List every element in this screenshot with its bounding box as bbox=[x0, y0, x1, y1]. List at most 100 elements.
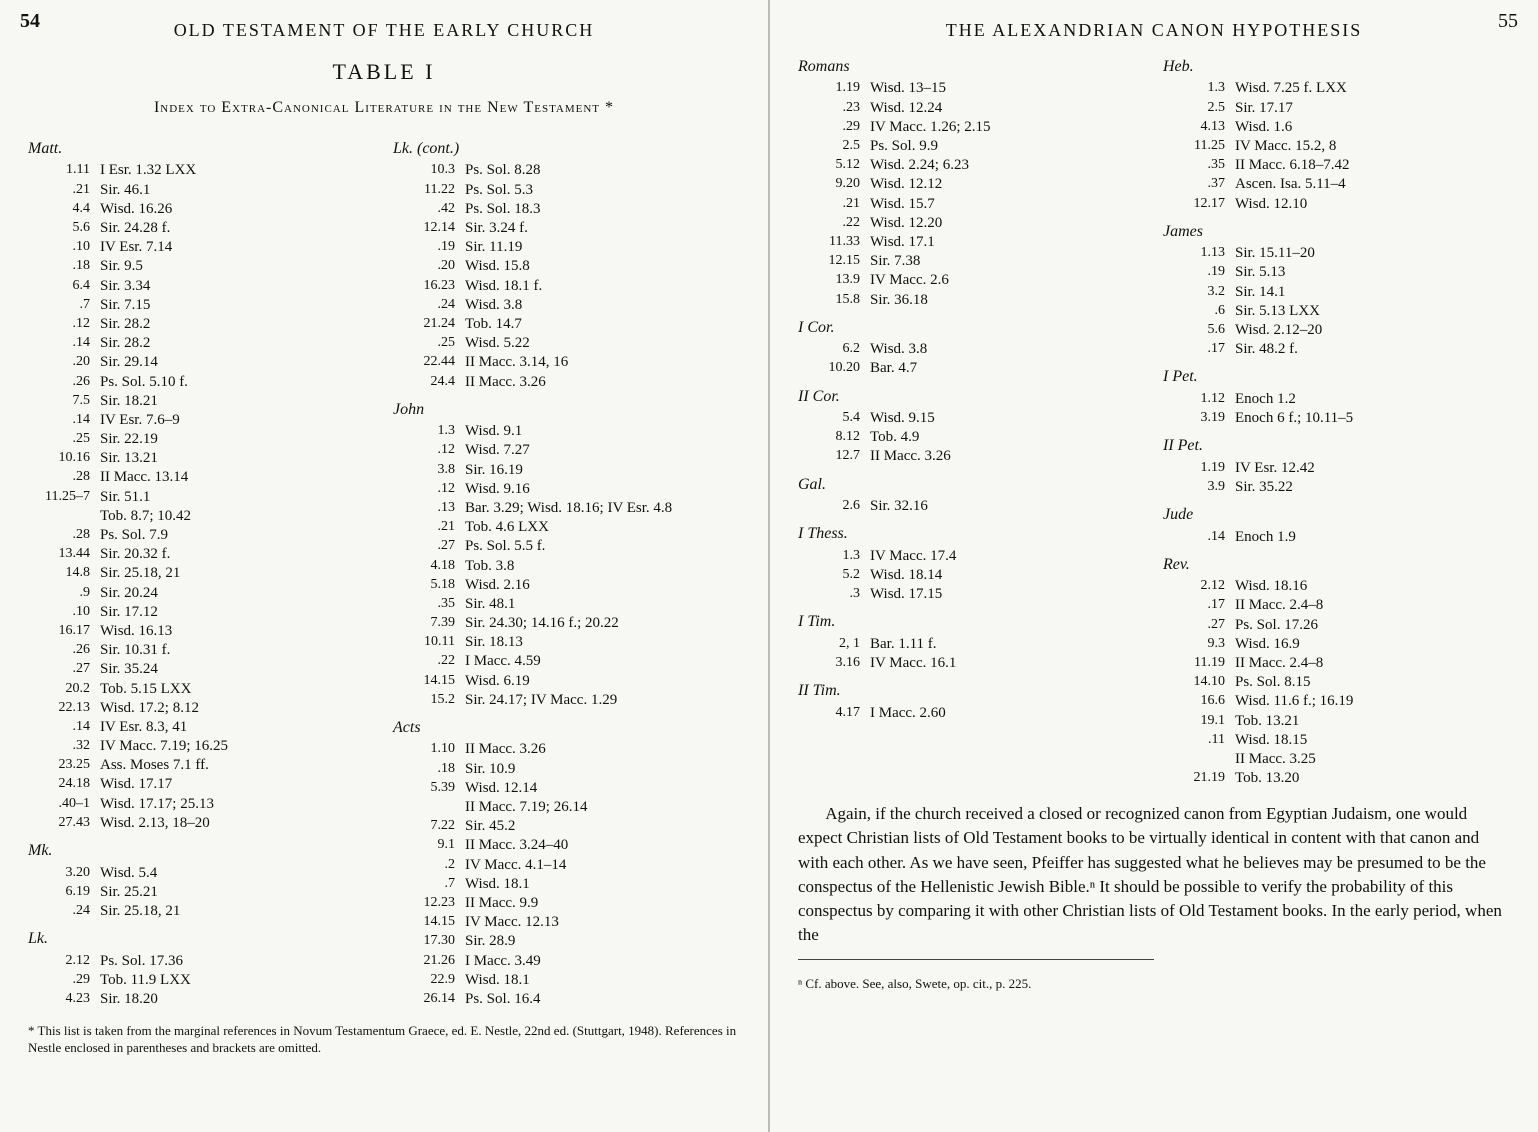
verse-ref: 21.26 bbox=[393, 952, 465, 971]
index-entry: 10.20Bar. 4.7 bbox=[798, 359, 1145, 378]
citation: II Macc. 6.18–7.42 bbox=[1235, 156, 1510, 175]
left-column-2: Lk. (cont.)10.3Ps. Sol. 8.2811.22Ps. Sol… bbox=[393, 131, 740, 1009]
index-entry: 9.1II Macc. 3.24–40 bbox=[393, 836, 740, 855]
index-entry: .29IV Macc. 1.26; 2.15 bbox=[798, 118, 1145, 137]
citation: II Macc. 3.25 bbox=[1235, 750, 1510, 769]
citation: Wisd. 18.14 bbox=[870, 566, 1145, 585]
verse-ref: 16.17 bbox=[28, 622, 100, 641]
verse-ref: .35 bbox=[393, 595, 465, 614]
index-entry: .23Wisd. 12.24 bbox=[798, 99, 1145, 118]
index-entry: 4.17I Macc. 2.60 bbox=[798, 704, 1145, 723]
citation: Wisd. 2.13, 18–20 bbox=[100, 814, 375, 833]
index-entry: 2.6Sir. 32.16 bbox=[798, 497, 1145, 516]
index-entry: 10.11Sir. 18.13 bbox=[393, 633, 740, 652]
running-head-left: OLD TESTAMENT OF THE EARLY CHURCH bbox=[28, 20, 740, 41]
verse-ref: .18 bbox=[393, 760, 465, 779]
table-title: TABLE I bbox=[28, 59, 740, 85]
index-entry: .7Wisd. 18.1 bbox=[393, 875, 740, 894]
index-entry: 24.18Wisd. 17.17 bbox=[28, 775, 375, 794]
verse-ref: .7 bbox=[393, 875, 465, 894]
verse-ref: 9.1 bbox=[393, 836, 465, 855]
citation: Sir. 5.13 bbox=[1235, 263, 1510, 282]
index-entry: .28Ps. Sol. 7.9 bbox=[28, 526, 375, 545]
citation: Ass. Moses 7.1 ff. bbox=[100, 756, 375, 775]
verse-ref: .20 bbox=[393, 257, 465, 276]
book-heading: II Tim. bbox=[798, 681, 1145, 701]
body-paragraph: Again, if the church received a closed o… bbox=[798, 802, 1510, 947]
citation: Sir. 10.31 f. bbox=[100, 641, 375, 660]
index-entry: .22Wisd. 12.20 bbox=[798, 214, 1145, 233]
index-entry: 1.12Enoch 1.2 bbox=[1163, 390, 1510, 409]
index-entry: 15.2Sir. 24.17; IV Macc. 1.29 bbox=[393, 691, 740, 710]
index-entry: 15.8Sir. 36.18 bbox=[798, 291, 1145, 310]
index-entry: 22.13Wisd. 17.2; 8.12 bbox=[28, 699, 375, 718]
citation: Sir. 24.28 f. bbox=[100, 219, 375, 238]
verse-ref: .14 bbox=[28, 334, 100, 353]
index-entry: 12.7II Macc. 3.26 bbox=[798, 447, 1145, 466]
citation: Enoch 6 f.; 10.11–5 bbox=[1235, 409, 1510, 428]
index-entry: .14IV Esr. 8.3, 41 bbox=[28, 718, 375, 737]
index-entry: 24.4II Macc. 3.26 bbox=[393, 373, 740, 392]
verse-ref: 2.5 bbox=[1163, 99, 1235, 118]
index-entry: .9Sir. 20.24 bbox=[28, 584, 375, 603]
verse-ref: .26 bbox=[28, 641, 100, 660]
verse-ref: 4.13 bbox=[1163, 118, 1235, 137]
footnote-right: ⁿ Cf. above. See, also, Swete, op. cit.,… bbox=[798, 976, 1510, 992]
verse-ref: .27 bbox=[393, 537, 465, 556]
verse-ref: 12.14 bbox=[393, 219, 465, 238]
citation: II Macc. 3.26 bbox=[870, 447, 1145, 466]
verse-ref: .11 bbox=[1163, 731, 1235, 750]
citation: Sir. 20.32 f. bbox=[100, 545, 375, 564]
citation: Wisd. 15.8 bbox=[465, 257, 740, 276]
citation: I Esr. 1.32 LXX bbox=[100, 161, 375, 180]
citation: Sir. 36.18 bbox=[870, 291, 1145, 310]
verse-ref: 22.44 bbox=[393, 353, 465, 372]
verse-ref: 1.10 bbox=[393, 740, 465, 759]
citation: IV Macc. 1.26; 2.15 bbox=[870, 118, 1145, 137]
verse-ref: 9.20 bbox=[798, 175, 870, 194]
index-entry: 2.5Ps. Sol. 9.9 bbox=[798, 137, 1145, 156]
verse-ref: 3.20 bbox=[28, 864, 100, 883]
index-entry: 16.17Wisd. 16.13 bbox=[28, 622, 375, 641]
verse-ref: .14 bbox=[28, 718, 100, 737]
index-entry: 2, 1Bar. 1.11 f. bbox=[798, 635, 1145, 654]
footnote-left: * This list is taken from the marginal r… bbox=[28, 1023, 740, 1057]
citation: Ps. Sol. 9.9 bbox=[870, 137, 1145, 156]
verse-ref: .25 bbox=[393, 334, 465, 353]
verse-ref: 4.4 bbox=[28, 200, 100, 219]
citation: Wisd. 5.4 bbox=[100, 864, 375, 883]
verse-ref: 9.3 bbox=[1163, 635, 1235, 654]
verse-ref: 7.5 bbox=[28, 392, 100, 411]
citation: Wisd. 3.8 bbox=[870, 340, 1145, 359]
verse-ref: .17 bbox=[1163, 596, 1235, 615]
citation: Wisd. 18.1 bbox=[465, 875, 740, 894]
index-entry: 14.10Ps. Sol. 8.15 bbox=[1163, 673, 1510, 692]
verse-ref: 14.10 bbox=[1163, 673, 1235, 692]
citation: Sir. 24.30; 14.16 f.; 20.22 bbox=[465, 614, 740, 633]
citation: Wisd. 2.16 bbox=[465, 576, 740, 595]
verse-ref: 6.4 bbox=[28, 277, 100, 296]
verse-ref: 2.12 bbox=[1163, 577, 1235, 596]
verse-ref: 24.18 bbox=[28, 775, 100, 794]
citation: Ps. Sol. 17.26 bbox=[1235, 616, 1510, 635]
verse-ref: 20.2 bbox=[28, 680, 100, 699]
citation: Ps. Sol. 7.9 bbox=[100, 526, 375, 545]
index-entry: .26Ps. Sol. 5.10 f. bbox=[28, 373, 375, 392]
page-number-left: 54 bbox=[20, 10, 40, 33]
index-entry: 7.22Sir. 45.2 bbox=[393, 817, 740, 836]
citation: Wisd. 12.24 bbox=[870, 99, 1145, 118]
index-entry: .6Sir. 5.13 LXX bbox=[1163, 302, 1510, 321]
index-entry: 6.2Wisd. 3.8 bbox=[798, 340, 1145, 359]
citation: IV Macc. 2.6 bbox=[870, 271, 1145, 290]
verse-ref: 5.18 bbox=[393, 576, 465, 595]
index-entry: .7Sir. 7.15 bbox=[28, 296, 375, 315]
book-heading: Mk. bbox=[28, 841, 375, 861]
verse-ref: .24 bbox=[393, 296, 465, 315]
verse-ref: 5.6 bbox=[28, 219, 100, 238]
index-entry: 1.19IV Esr. 12.42 bbox=[1163, 459, 1510, 478]
citation: Wisd. 12.10 bbox=[1235, 195, 1510, 214]
index-entry: 11.33Wisd. 17.1 bbox=[798, 233, 1145, 252]
index-entry: 5.4Wisd. 9.15 bbox=[798, 409, 1145, 428]
citation: IV Macc. 17.4 bbox=[870, 547, 1145, 566]
verse-ref: 16.6 bbox=[1163, 692, 1235, 711]
